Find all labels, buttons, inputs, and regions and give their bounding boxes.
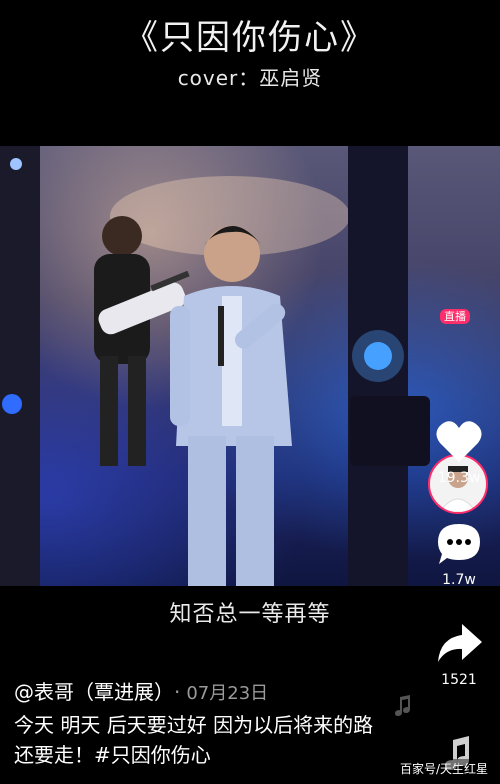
comment-icon <box>438 524 480 564</box>
like-button[interactable]: 19.3w <box>418 418 500 486</box>
post-description: 今天 明天 后天要过好 因为以后将来的路还要走！#只因你伤心 <box>14 713 374 767</box>
comment-button[interactable]: 1.7w <box>418 520 500 588</box>
like-count: 19.3w <box>437 470 481 486</box>
lyric-subtitle: 知否总一等再等 <box>169 602 331 627</box>
share-button[interactable]: 1521 <box>418 620 500 688</box>
share-count: 1521 <box>441 672 477 688</box>
separator-dot: · <box>174 680 181 704</box>
heart-icon <box>436 421 482 462</box>
post-date: 07月23日 <box>186 683 269 704</box>
live-badge: 直播 <box>440 309 470 324</box>
comment-count: 1.7w <box>442 572 476 588</box>
watermark: 百家号/天生红星 <box>395 759 492 778</box>
video-title-overlay: 《只因你伤心》 <box>124 18 376 58</box>
author-name[interactable]: @表哥（覃进展） <box>14 680 164 704</box>
author-line: @表哥（覃进展） · 07月23日 <box>14 676 268 705</box>
music-note-icon <box>395 695 410 716</box>
cover-credit: cover：巫启贤 <box>177 66 323 90</box>
